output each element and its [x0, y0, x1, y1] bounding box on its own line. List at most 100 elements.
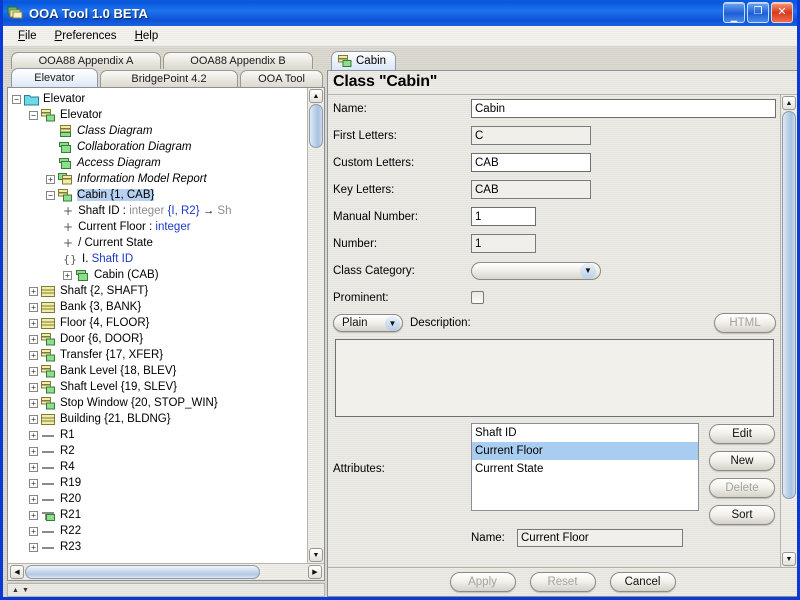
tree-expand-icon[interactable]: +: [29, 414, 38, 424]
tree-row[interactable]: + Current Floor : integer: [8, 219, 307, 235]
tree-expand-icon[interactable]: +: [29, 366, 38, 376]
close-button[interactable]: ✕: [771, 2, 793, 23]
tab-ooa88-appendix-a[interactable]: OOA88 Appendix A: [11, 52, 161, 69]
tree-expand-icon[interactable]: +: [29, 494, 38, 504]
tree-hscroll-thumb[interactable]: [25, 565, 260, 579]
model-tree[interactable]: − Elevator − Elevator Class Diagram Collabo…: [8, 88, 307, 563]
pane-splitter[interactable]: ▲ ▼: [7, 583, 325, 597]
description-textarea[interactable]: [335, 339, 774, 417]
tree-collapse-icon[interactable]: −: [12, 94, 21, 104]
tree-row[interactable]: + Information Model Report: [8, 171, 307, 187]
minimize-button[interactable]: _: [723, 2, 745, 23]
tree-row[interactable]: + Transfer {17, XFER}: [8, 347, 307, 363]
tree-row[interactable]: − Elevator: [8, 107, 307, 123]
description-style-select[interactable]: Plain ▼: [333, 314, 403, 332]
chevron-down-icon[interactable]: ▼: [580, 262, 596, 279]
menu-help[interactable]: Help: [126, 29, 168, 43]
splitter-up-icon[interactable]: ▲: [12, 587, 19, 594]
tree-row[interactable]: + R22: [8, 523, 307, 539]
prominent-checkbox[interactable]: [471, 291, 484, 304]
tree-row[interactable]: + Cabin (CAB): [8, 267, 307, 283]
menu-preferences[interactable]: Preferences: [46, 29, 126, 43]
tree-row[interactable]: + R19: [8, 475, 307, 491]
list-item[interactable]: Current State: [472, 460, 698, 478]
tree-expand-icon[interactable]: +: [29, 430, 38, 440]
tree-vertical-scrollbar[interactable]: ▲ ▼: [307, 88, 324, 563]
tree-vscroll-track[interactable]: [309, 104, 323, 547]
tree-row[interactable]: + Bank {3, BANK}: [8, 299, 307, 315]
tree-row[interactable]: + / Current State: [8, 235, 307, 251]
tree-row[interactable]: Class Diagram: [8, 123, 307, 139]
tree-collapse-icon[interactable]: −: [46, 190, 55, 200]
tree-row[interactable]: + R23: [8, 539, 307, 555]
tab-cabin-editor[interactable]: Cabin: [331, 51, 397, 70]
field-manual-number[interactable]: 1: [471, 207, 536, 226]
scroll-right-icon[interactable]: ▶: [308, 565, 322, 579]
field-custom-letters[interactable]: CAB: [471, 153, 591, 172]
edit-button[interactable]: Edit: [709, 424, 775, 444]
tree-expand-icon[interactable]: +: [29, 542, 38, 552]
tree-expand-icon[interactable]: +: [29, 286, 38, 296]
new-button[interactable]: New: [709, 451, 775, 471]
splitter-down-icon[interactable]: ▼: [22, 587, 29, 594]
tree-vscroll-thumb[interactable]: [309, 104, 323, 148]
tree-expand-icon[interactable]: +: [29, 334, 38, 344]
maximize-button[interactable]: ❐: [747, 2, 769, 23]
tree-expand-icon[interactable]: +: [29, 446, 38, 456]
tree-row[interactable]: Collaboration Diagram: [8, 139, 307, 155]
field-name[interactable]: Cabin: [471, 99, 776, 118]
attribute-name-field[interactable]: Current Floor: [517, 529, 683, 547]
tree-row[interactable]: + Stop Window {20, STOP_WIN}: [8, 395, 307, 411]
tree-row[interactable]: + Shaft Level {19, SLEV}: [8, 379, 307, 395]
tree-expand-icon[interactable]: +: [29, 398, 38, 408]
tab-ooa-tool[interactable]: OOA Tool: [240, 70, 323, 87]
sort-button[interactable]: Sort: [709, 505, 775, 525]
class-category-select[interactable]: ▼: [471, 261, 601, 280]
menu-file[interactable]: File: [9, 29, 46, 43]
tree-row[interactable]: + Door {6, DOOR}: [8, 331, 307, 347]
html-button[interactable]: HTML: [714, 313, 776, 333]
tree-expand-icon[interactable]: +: [29, 526, 38, 536]
tree-expand-icon[interactable]: +: [29, 462, 38, 472]
form-vscroll-track[interactable]: [782, 111, 796, 551]
tree-row[interactable]: + R1: [8, 427, 307, 443]
list-item[interactable]: Current Floor: [472, 442, 698, 460]
tree-hscroll-track[interactable]: [25, 565, 307, 579]
attributes-list[interactable]: Shaft ID Current Floor Current State: [471, 423, 699, 511]
tree-row[interactable]: {} I. Shaft ID: [8, 251, 307, 267]
scroll-up-icon[interactable]: ▲: [309, 89, 323, 103]
form-vertical-scrollbar[interactable]: ▲ ▼: [780, 95, 797, 567]
tree-row[interactable]: + R4: [8, 459, 307, 475]
list-item[interactable]: Shaft ID: [472, 424, 698, 442]
tree-row[interactable]: + R2: [8, 443, 307, 459]
tree-expand-icon[interactable]: +: [29, 478, 38, 488]
tree-expand-icon[interactable]: +: [29, 510, 38, 520]
tree-horizontal-scrollbar[interactable]: ◀ ▶: [8, 563, 324, 580]
tree-expand-icon[interactable]: +: [29, 350, 38, 360]
tree-row[interactable]: Access Diagram: [8, 155, 307, 171]
tree-row[interactable]: + Floor {4, FLOOR}: [8, 315, 307, 331]
tree-row[interactable]: + Shaft {2, SHAFT}: [8, 283, 307, 299]
tree-collapse-icon[interactable]: −: [29, 110, 38, 120]
scroll-up-icon[interactable]: ▲: [782, 96, 796, 110]
tab-elevator[interactable]: Elevator: [11, 68, 98, 87]
tree-row[interactable]: + Shaft ID : integer {I, R2} → Sh: [8, 203, 307, 219]
tree-expand-icon[interactable]: +: [29, 302, 38, 312]
chevron-down-icon[interactable]: ▼: [385, 315, 400, 331]
tree-expand-icon[interactable]: +: [29, 382, 38, 392]
tree-row[interactable]: − Cabin {1, CAB}: [8, 187, 307, 203]
tree-row[interactable]: − Elevator: [8, 91, 307, 107]
tree-row[interactable]: + Building {21, BLDNG}: [8, 411, 307, 427]
scroll-down-icon[interactable]: ▼: [782, 552, 796, 566]
tree-expand-icon[interactable]: +: [46, 174, 55, 184]
tab-ooa88-appendix-b[interactable]: OOA88 Appendix B: [163, 52, 313, 69]
form-vscroll-thumb[interactable]: [782, 111, 796, 499]
tree-row[interactable]: + R20: [8, 491, 307, 507]
tree-row[interactable]: + R21: [8, 507, 307, 523]
cancel-button[interactable]: Cancel: [609, 572, 676, 592]
tab-bridgepoint-42[interactable]: BridgePoint 4.2: [99, 70, 239, 87]
tree-expand-icon[interactable]: +: [63, 270, 72, 280]
scroll-left-icon[interactable]: ◀: [10, 565, 24, 579]
tree-expand-icon[interactable]: +: [29, 318, 38, 328]
tree-row[interactable]: + Bank Level {18, BLEV}: [8, 363, 307, 379]
